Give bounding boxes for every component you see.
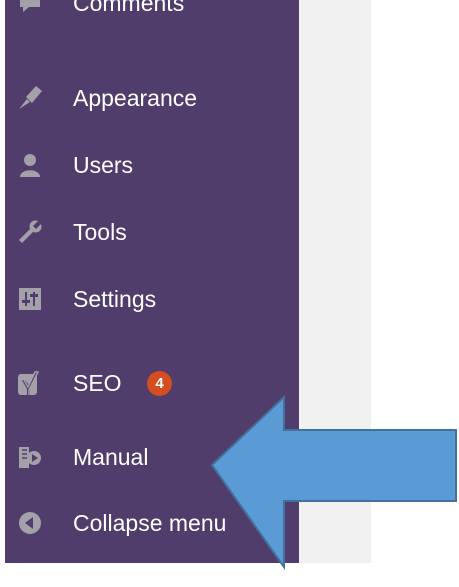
sidebar-item-comments[interactable]: Comments bbox=[5, 0, 299, 28]
update-count-badge: 4 bbox=[147, 371, 172, 396]
sidebar-item-label: Comments bbox=[73, 0, 185, 16]
sidebar-item-label: Users bbox=[73, 152, 134, 178]
sidebar-item-label: SEO bbox=[73, 370, 122, 396]
collapse-arrow-icon bbox=[17, 510, 43, 536]
settings-sliders-icon bbox=[17, 286, 43, 312]
sidebar-item-label: Collapse menu bbox=[73, 510, 227, 536]
sidebar-item-label: Manual bbox=[73, 444, 149, 470]
sidebar-item-label: Tools bbox=[73, 219, 127, 245]
paintbrush-icon bbox=[17, 85, 43, 111]
sidebar-item-tools[interactable]: Tools bbox=[5, 207, 299, 257]
sidebar-item-label: Appearance bbox=[73, 85, 198, 111]
user-icon bbox=[17, 152, 43, 178]
sidebar-item-appearance[interactable]: Appearance bbox=[5, 73, 299, 123]
yoast-icon bbox=[17, 370, 43, 396]
sidebar-item-label: Settings bbox=[73, 286, 157, 312]
comments-icon bbox=[17, 0, 43, 16]
wrench-icon bbox=[17, 219, 43, 245]
sidebar-item-users[interactable]: Users bbox=[5, 140, 299, 190]
sidebar-item-settings[interactable]: Settings bbox=[5, 274, 299, 324]
annotation-arrow bbox=[210, 395, 457, 570]
manual-book-icon bbox=[17, 444, 43, 470]
